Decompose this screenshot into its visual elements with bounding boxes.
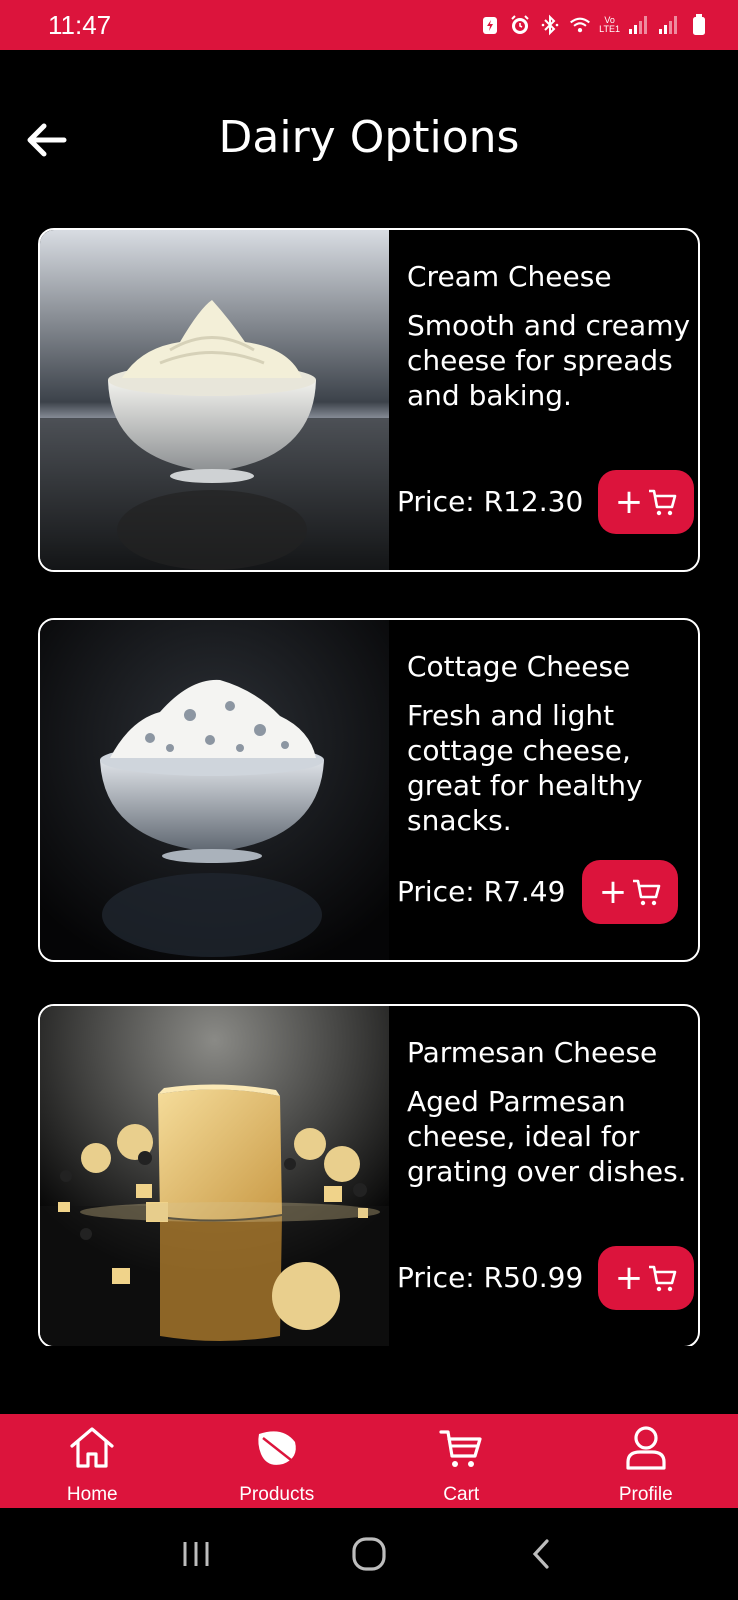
battery-icon: [688, 14, 710, 36]
lte-label: LTE1: [599, 24, 620, 34]
home-icon: [70, 1427, 114, 1468]
product-info: Parmesan Cheese Aged Parmesan cheese, id…: [389, 1006, 698, 1346]
nav-label: Cart: [443, 1484, 480, 1505]
product-info: Cottage Cheese Fresh and light cottage c…: [389, 620, 698, 960]
back-system-button[interactable]: [512, 1524, 572, 1584]
wifi-icon: [569, 14, 591, 36]
cart-icon: [649, 1265, 677, 1292]
product-description: Smooth and creamy cheese for spreads and…: [407, 309, 691, 412]
product-name: Cottage Cheese: [407, 650, 631, 683]
product-name: Parmesan Cheese: [407, 1036, 658, 1069]
add-to-cart-button[interactable]: +: [582, 860, 678, 924]
status-time: 11:47: [48, 9, 112, 40]
nav-item-cart[interactable]: Cart: [386, 1414, 536, 1508]
nav-label: Profile: [618, 1484, 673, 1505]
page-title: Dairy Options: [218, 112, 520, 163]
status-bar: 11:47 Vo LTE1: [0, 0, 738, 50]
volte-indicator: Vo LTE1: [599, 16, 620, 34]
nav-item-products[interactable]: Products: [202, 1414, 352, 1508]
nav-label: Products: [239, 1484, 315, 1505]
signal-icon: [658, 14, 680, 36]
add-to-cart-button[interactable]: +: [598, 1246, 694, 1310]
home-circle-icon: [352, 1537, 386, 1571]
cart-icon: [649, 489, 677, 516]
product-name: Cream Cheese: [407, 260, 612, 293]
alarm-icon: [509, 14, 531, 36]
product-card[interactable]: Cream Cheese Smooth and creamy cheese fo…: [38, 228, 700, 572]
parmesan-cheese-image: [40, 1006, 389, 1346]
nav-item-profile[interactable]: Profile: [571, 1414, 721, 1508]
signal-icon: [628, 14, 650, 36]
recents-button[interactable]: [166, 1524, 226, 1584]
status-icons: Vo LTE1: [479, 14, 710, 36]
add-to-cart-button[interactable]: +: [598, 470, 694, 534]
bluetooth-icon: [539, 14, 561, 36]
plus-icon: +: [614, 1258, 644, 1298]
system-nav: [0, 1508, 738, 1600]
plus-icon: +: [598, 872, 628, 912]
header: Dairy Options: [0, 50, 738, 230]
cart-icon: [633, 879, 661, 906]
product-description: Fresh and light cottage cheese, great fo…: [407, 699, 643, 837]
home-system-button[interactable]: [339, 1524, 399, 1584]
cart-icon: [439, 1430, 482, 1467]
plus-icon: +: [614, 482, 644, 522]
nav-label: Home: [66, 1484, 118, 1505]
product-list[interactable]: Cream Cheese Smooth and creamy cheese fo…: [0, 228, 738, 1346]
product-card[interactable]: Parmesan Cheese Aged Parmesan cheese, id…: [38, 1004, 700, 1346]
cottage-cheese-image: [40, 620, 389, 960]
product-price: Price: R7.49: [397, 875, 566, 908]
back-chevron-icon: [532, 1539, 549, 1569]
user-icon: [626, 1426, 666, 1470]
leaf-icon: [258, 1431, 296, 1465]
nav-item-home[interactable]: Home: [17, 1414, 167, 1508]
product-price: Price: R12.30: [397, 485, 584, 518]
product-card[interactable]: Cottage Cheese Fresh and light cottage c…: [38, 618, 700, 962]
battery-saver-icon: [479, 14, 501, 36]
product-price: Price: R50.99: [397, 1261, 584, 1294]
bottom-nav: Home Products Cart Profile: [0, 1414, 738, 1508]
recents-icon: [183, 1542, 209, 1566]
cream-cheese-image: [40, 230, 389, 570]
product-info: Cream Cheese Smooth and creamy cheese fo…: [389, 230, 698, 570]
product-description: Aged Parmesan cheese, ideal for grating …: [407, 1085, 687, 1188]
